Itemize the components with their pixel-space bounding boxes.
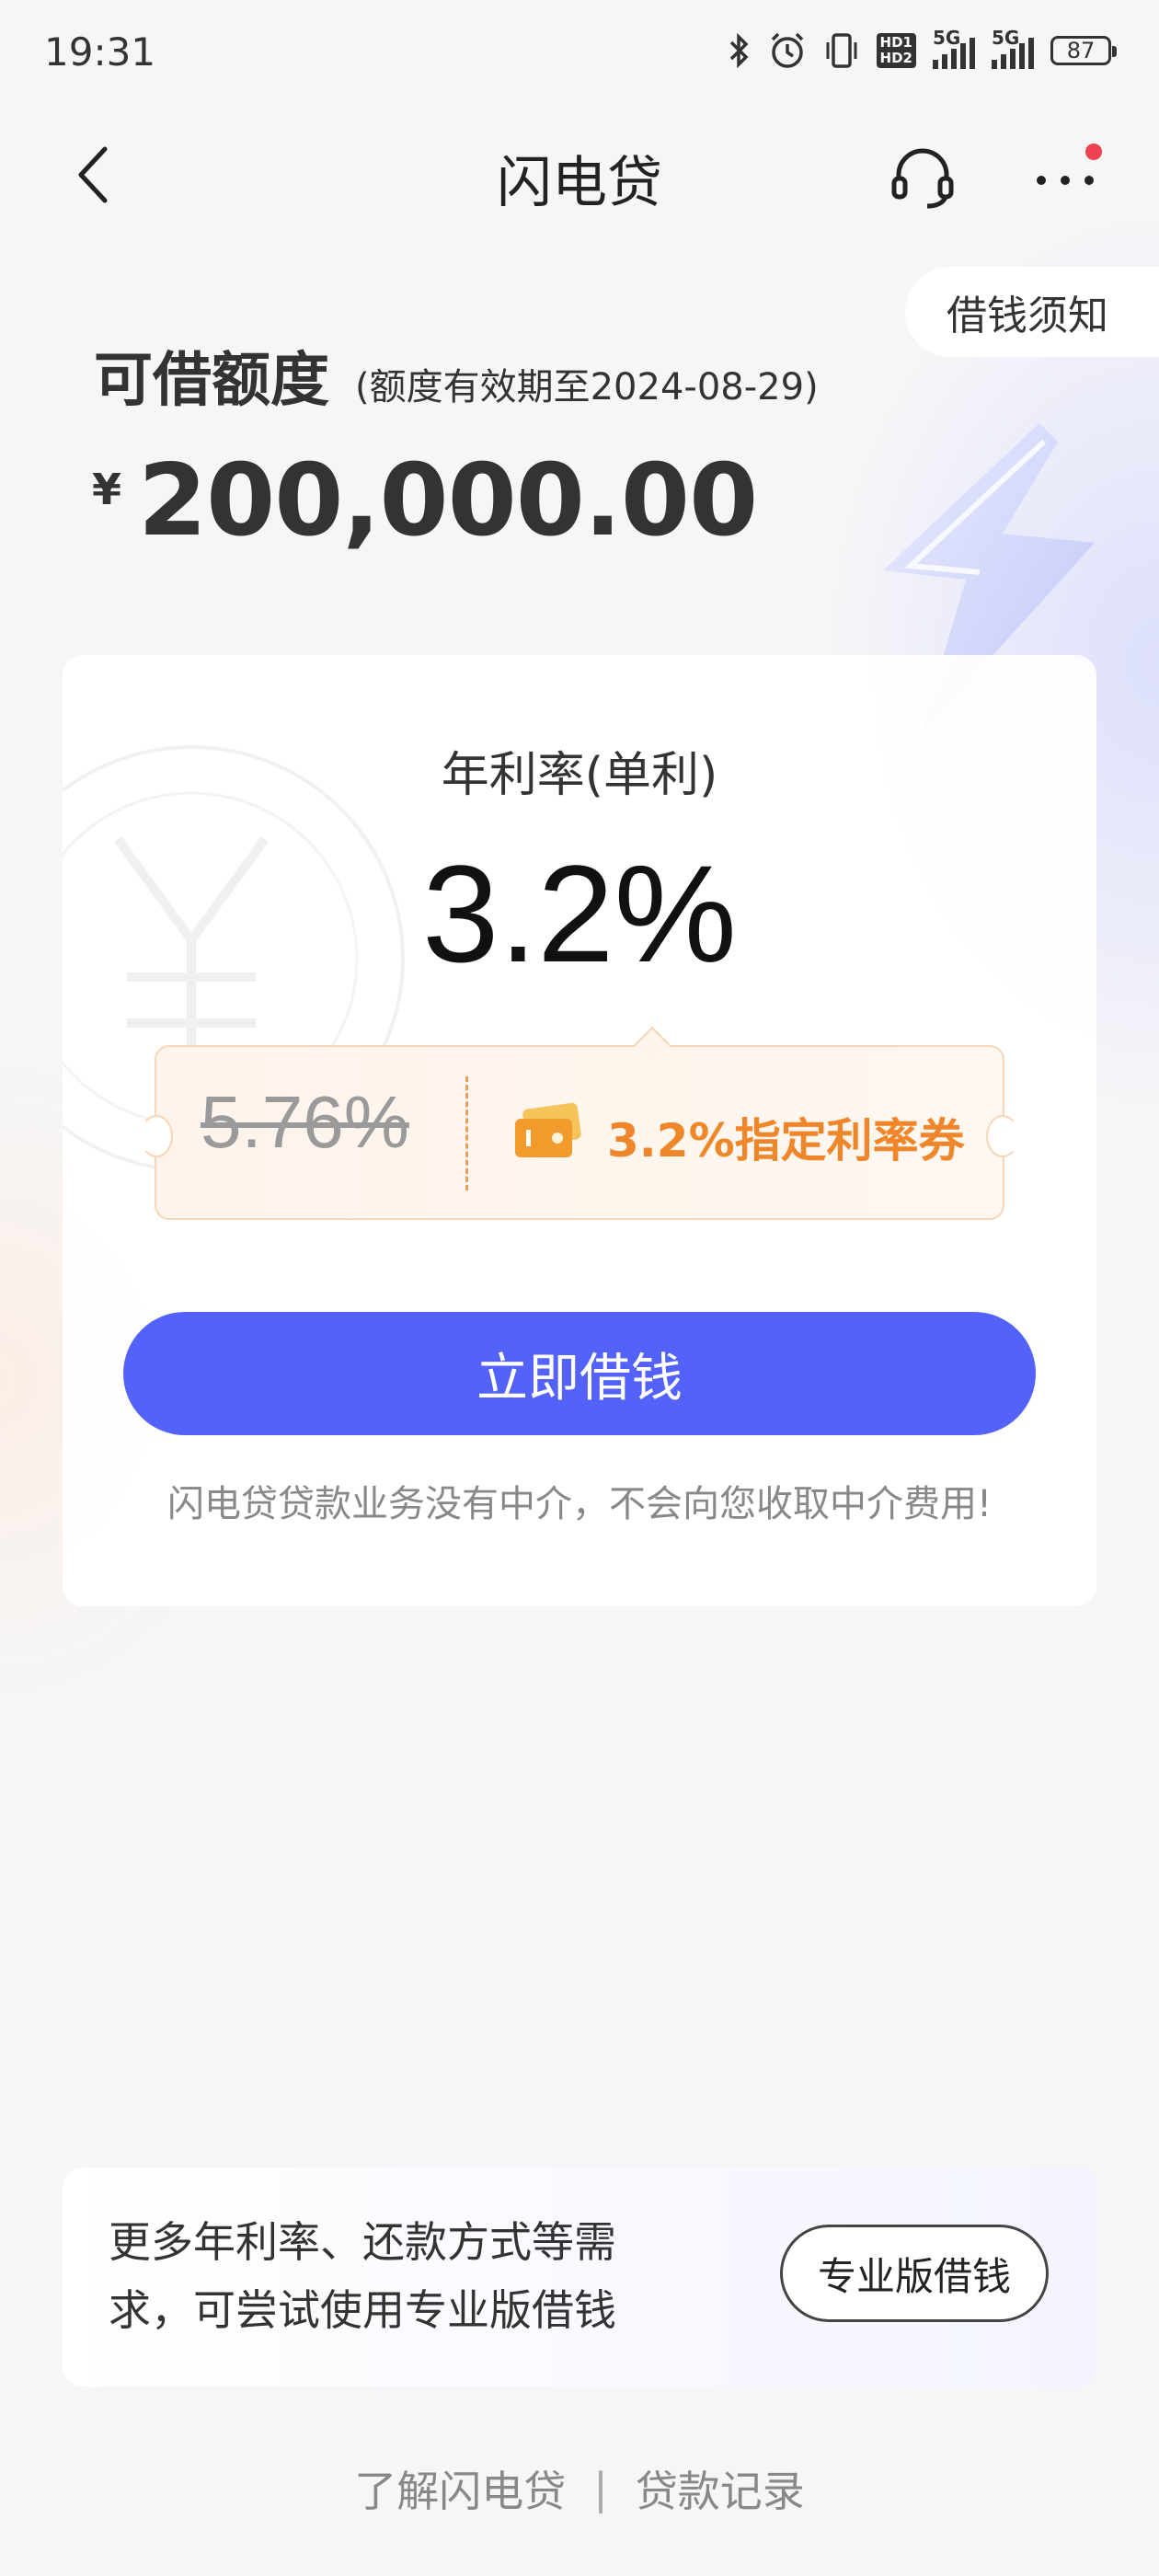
vibrate-icon bbox=[826, 33, 857, 68]
loan-rate-card: 年利率(单利) 3.2% 5.76% 3.2%指定利率券 立即借钱 闪电贷贷款业… bbox=[63, 655, 1096, 1606]
page-title: 闪电贷 bbox=[497, 151, 662, 215]
coupon-notch-right bbox=[986, 1115, 1019, 1157]
status-icons: HD1 HD2 5G 5G 87 bbox=[728, 27, 1117, 70]
hd-bottom-label: HD2 bbox=[879, 50, 912, 66]
coupon-pointer bbox=[632, 1026, 672, 1066]
network-type-2: 5G bbox=[992, 27, 1020, 49]
battery-icon: 87 bbox=[1050, 36, 1117, 65]
credit-limit-title: 可借额度 bbox=[94, 347, 329, 415]
coupon-label: 3.2%指定利率券 bbox=[607, 1114, 965, 1167]
coupon-divider bbox=[465, 1076, 468, 1190]
network-type-1: 5G bbox=[933, 27, 961, 49]
currency-symbol: ¥ bbox=[92, 465, 122, 514]
no-intermediary-disclaimer: 闪电贷贷款业务没有中介，不会向您收取中介费用! bbox=[166, 1483, 993, 1525]
original-rate-strikethrough: 5.76% bbox=[201, 1081, 409, 1163]
signal-strength-icon-2: 5G bbox=[992, 27, 1034, 69]
borrowing-notice-button[interactable]: 借钱须知 bbox=[905, 267, 1159, 357]
alarm-icon bbox=[771, 32, 803, 68]
about-lightning-loan-link[interactable]: 了解闪电贷 bbox=[354, 2458, 566, 2519]
customer-service-headset-icon[interactable] bbox=[890, 145, 955, 210]
credit-limit-validity: (额度有效期至2024-08-29) bbox=[355, 366, 819, 408]
pro-version-borrow-button[interactable]: 专业版借钱 bbox=[780, 2225, 1049, 2322]
status-time: 19:31 bbox=[44, 29, 156, 75]
pro-version-card: 更多年利率、还款方式等需求，可尝试使用专业版借钱 专业版借钱 bbox=[63, 2168, 1096, 2386]
bluetooth-icon bbox=[729, 32, 749, 69]
loan-records-link[interactable]: 贷款记录 bbox=[636, 2458, 805, 2519]
annual-rate-value: 3.2% bbox=[422, 836, 737, 991]
notification-dot bbox=[1085, 144, 1102, 160]
pro-version-description: 更多年利率、还款方式等需求，可尝试使用专业版借钱 bbox=[109, 2217, 616, 2335]
rate-coupon-banner[interactable]: 5.76% 3.2%指定利率券 bbox=[140, 1026, 1019, 1220]
footer-separator: | bbox=[593, 2464, 608, 2513]
hd-voice-icon: HD1 HD2 bbox=[876, 33, 916, 68]
credit-limit-amount: 200,000.00 bbox=[138, 443, 758, 558]
borrow-now-button[interactable]: 立即借钱 bbox=[123, 1312, 1036, 1435]
battery-level: 87 bbox=[1066, 38, 1096, 63]
coupon-ticket-icon bbox=[515, 1102, 581, 1157]
annual-rate-label: 年利率(单利) bbox=[441, 748, 718, 803]
status-bar: 19:31 HD1 HD2 5G 5G 87 bbox=[0, 0, 1159, 110]
coupon-notch-left bbox=[140, 1115, 173, 1157]
hd-top-label: HD1 bbox=[879, 34, 912, 51]
signal-strength-icon-1: 5G bbox=[933, 27, 975, 69]
footer-links: 了解闪电贷 | 贷款记录 bbox=[0, 2458, 1159, 2519]
